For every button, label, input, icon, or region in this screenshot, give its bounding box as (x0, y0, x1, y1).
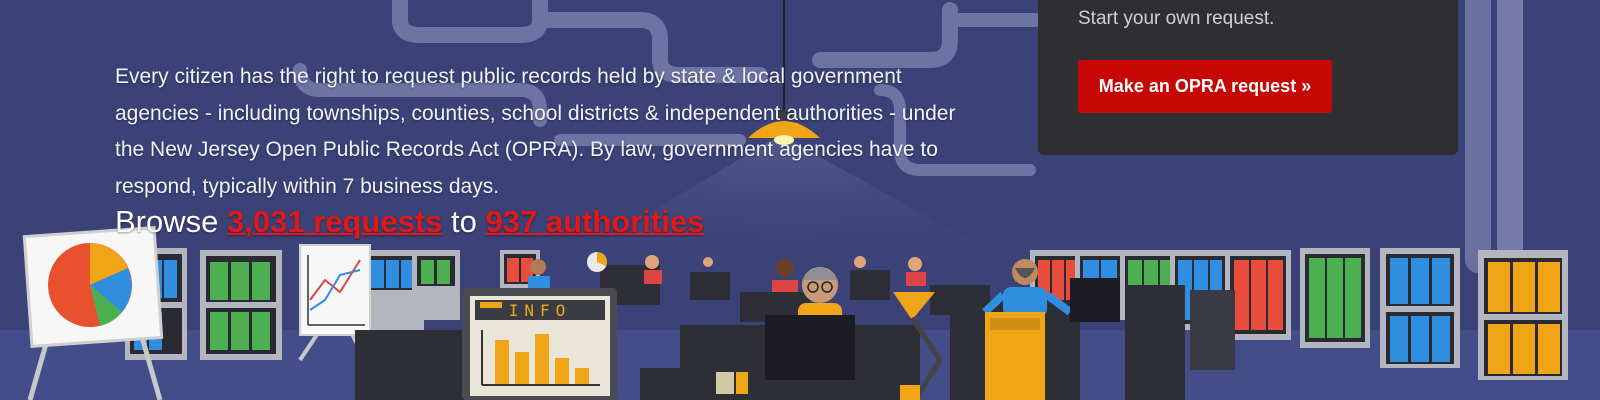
cta-panel: Start your own request. Make an OPRA req… (1038, 0, 1458, 155)
browse-middle: to (442, 204, 486, 239)
make-request-button[interactable]: Make an OPRA request » (1078, 60, 1332, 113)
info-sign-text: INFO (509, 301, 572, 320)
authorities-link[interactable]: 937 authorities (486, 204, 705, 239)
browse-prefix: Browse (115, 204, 227, 239)
hero-section: INFO Start your own request. Make an OPR… (0, 0, 1600, 400)
intro-paragraph: Every citizen has the right to request p… (115, 65, 956, 198)
browse-line: Browse 3,031 requests to 937 authorities (115, 204, 704, 240)
requests-link[interactable]: 3,031 requests (227, 204, 442, 239)
cta-subtitle: Start your own request. (1078, 8, 1275, 29)
